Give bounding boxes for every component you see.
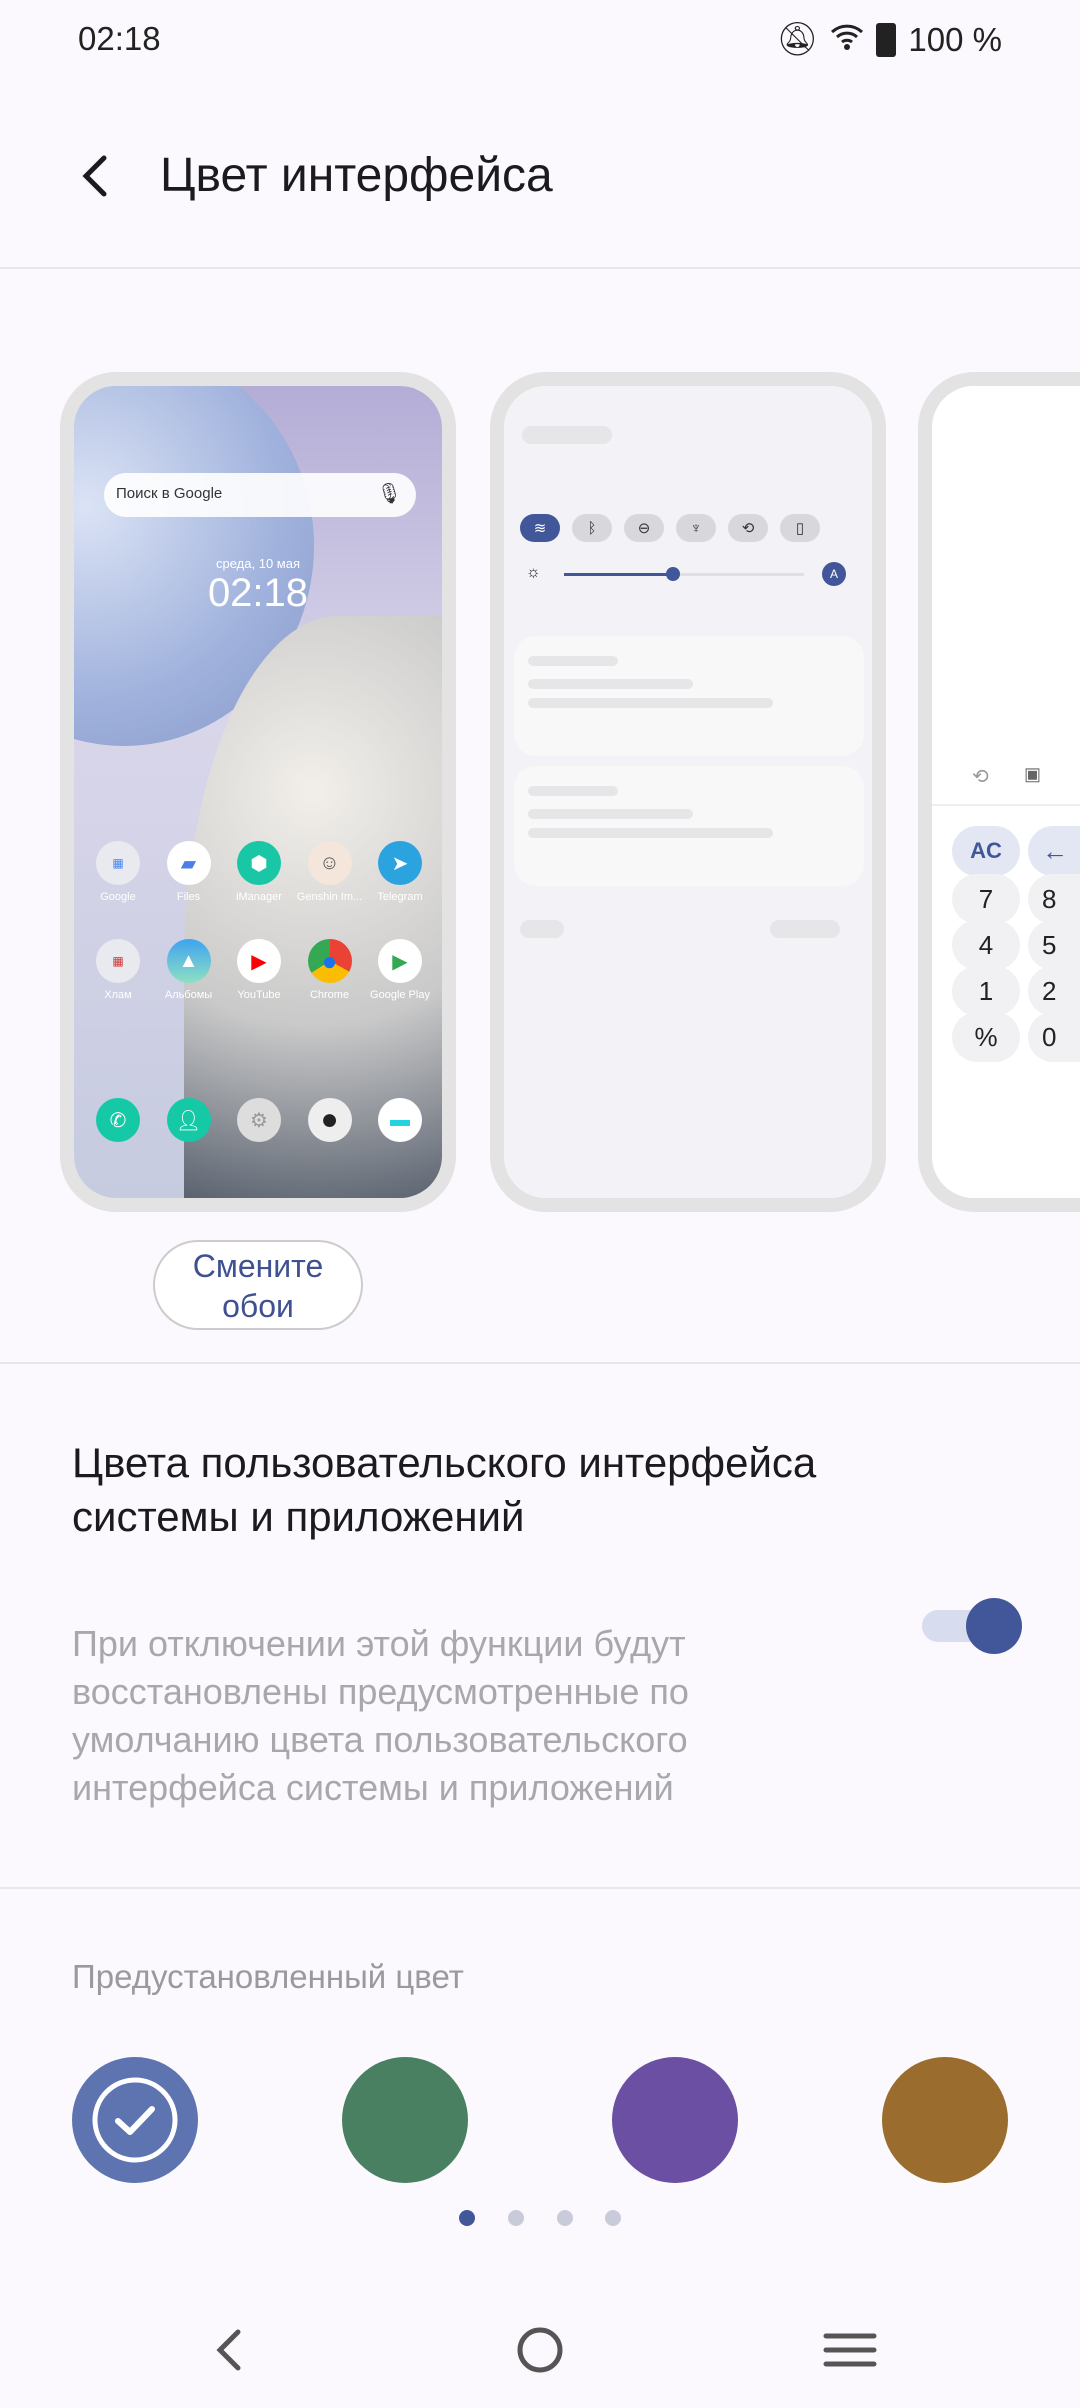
contacts-icon: 👤︎ <box>166 1098 211 1142</box>
nav-home-icon[interactable] <box>510 2320 570 2380</box>
battery-saver-icon: ▯ <box>780 514 820 542</box>
page-dot-active[interactable] <box>459 2210 475 2226</box>
chrome-icon: ● <box>307 939 352 983</box>
color-swatch-brown[interactable] <box>882 2057 1008 2183</box>
dock: ✆ 👤︎ ⚙ ● ▬ <box>84 1098 434 1148</box>
calc-key: 8 <box>1028 874 1080 924</box>
calc-key: ← <box>1028 826 1080 876</box>
auto-brightness-icon: A <box>822 562 846 586</box>
system-colors-toggle[interactable] <box>922 1598 1022 1654</box>
page-dot[interactable] <box>557 2210 573 2226</box>
brightness-icon: ☼ <box>526 564 541 581</box>
color-swatch-purple[interactable] <box>612 2057 738 2183</box>
divider <box>0 1362 1080 1364</box>
page-dot[interactable] <box>508 2210 524 2226</box>
preview-home-card[interactable]: Поиск в Google 🎙︎ среда, 10 мая 02:18 ▦ Go… <box>60 372 456 1212</box>
preview-quick-settings-card[interactable]: ≋ ᛒ ⊖ ♆ ⟲ ▯ ☼ A <box>490 372 886 1212</box>
history-icon: ⟲ <box>972 766 989 788</box>
google-search-bar: Поиск в Google 🎙︎ <box>104 473 416 517</box>
navigation-bar <box>0 2310 1080 2390</box>
widget-clock: 02:18 <box>207 571 309 615</box>
rotate-icon: ⟲ <box>728 514 768 542</box>
wifi-icon: ≋ <box>520 514 560 542</box>
divider <box>0 267 1080 269</box>
status-bar: 02:18 🔕︎ 100 % <box>0 0 1080 80</box>
page-dot[interactable] <box>605 2210 621 2226</box>
calc-key: 0 <box>1028 1012 1080 1062</box>
calc-key: % <box>952 1012 1020 1062</box>
calc-key: 1 <box>952 966 1020 1016</box>
calc-key: AC <box>952 826 1020 876</box>
camera-icon: ● <box>307 1098 352 1142</box>
phone-icon: ✆ <box>96 1098 140 1142</box>
color-swatch-green[interactable] <box>342 2057 468 2183</box>
calc-key: 7 <box>952 874 1020 924</box>
battery-icon <box>876 22 897 57</box>
app-row-2: ▦ Хлам ▲ Альбомы ▶ YouTube ● Chrome ▶ Google … <box>84 939 434 1001</box>
gallery-icon: ▲ <box>166 939 211 983</box>
flashlight-icon: ♆ <box>676 514 716 542</box>
calc-key: 4 <box>952 920 1020 970</box>
check-icon <box>92 2077 178 2163</box>
nav-menu-icon[interactable] <box>820 2320 880 2380</box>
preset-color-label: Предустановленный цвет <box>72 1958 464 1995</box>
bell-off-icon: 🔕︎ <box>776 20 819 57</box>
arrow-back-icon[interactable] <box>70 148 126 204</box>
dnd-icon: ⊖ <box>624 514 664 542</box>
nav-back-icon[interactable] <box>200 2320 260 2380</box>
wifi-icon <box>830 21 864 59</box>
preview-calculator-card[interactable]: ⟲ ▣ AC ← 7 8 4 5 1 2 % 0 <box>918 372 1080 1212</box>
scientific-icon: ▣ <box>1024 764 1042 784</box>
settings-icon: ⚙ <box>237 1098 281 1142</box>
page-title: Цвет интерфейса <box>160 149 553 202</box>
bluetooth-icon: ᛒ <box>572 514 612 542</box>
system-colors-description: При отключении этой функции будут восста… <box>72 1623 689 1808</box>
messages-icon: ▬ <box>378 1098 422 1142</box>
color-swatch-blue[interactable] <box>72 2057 198 2183</box>
battery-level: 100 % <box>908 20 1002 58</box>
change-wallpaper-button[interactable]: Смените обои <box>153 1240 363 1330</box>
mic-icon: 🎙︎ <box>376 483 402 505</box>
shield-icon: ⬢ <box>237 841 281 885</box>
telegram-icon: ➤ <box>378 841 422 885</box>
header: Цвет интерфейса <box>0 120 1080 230</box>
calc-key: 2 <box>1028 966 1080 1016</box>
app-row-1: ▦ Google ▰ Files ⬢ iManager ☺ Genshin Im... … <box>84 841 434 903</box>
divider <box>0 1887 1080 1889</box>
play-store-icon: ▶ <box>378 939 422 983</box>
files-icon: ▰ <box>166 841 211 885</box>
youtube-icon: ▶ <box>237 939 281 983</box>
calc-key: 5 <box>1028 920 1080 970</box>
brightness-slider <box>564 567 804 581</box>
widget-date: среда, 10 мая <box>216 556 300 571</box>
folder-icon: ▦ <box>96 841 140 885</box>
game-icon: ☺ <box>307 841 352 885</box>
system-colors-title: Цвета пользовательского интерфейса систе… <box>72 1439 817 1540</box>
folder-icon: ▦ <box>96 939 140 983</box>
status-time: 02:18 <box>78 20 161 57</box>
